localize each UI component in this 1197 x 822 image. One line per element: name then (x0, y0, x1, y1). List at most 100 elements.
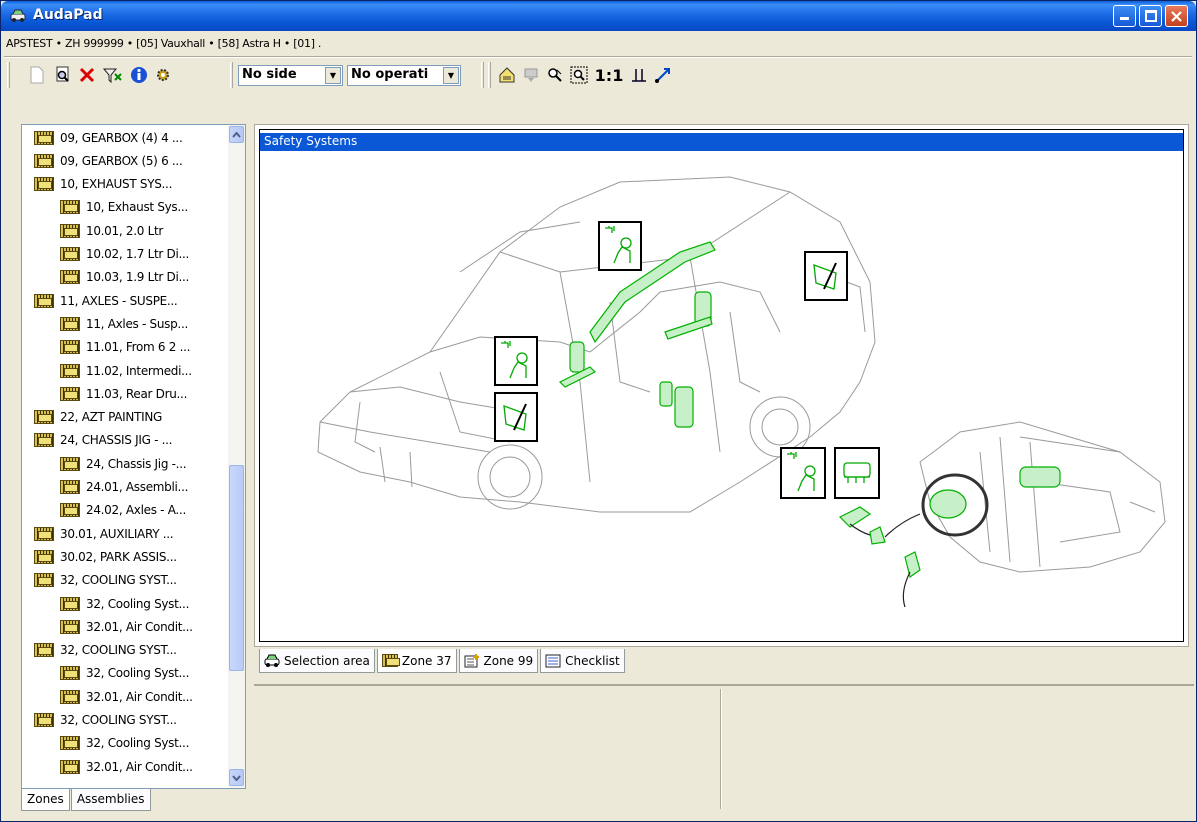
measure-button[interactable] (652, 64, 674, 86)
steering-airbag[interactable] (929, 489, 967, 519)
tree-item-label: 11, AXLES - SUSPE... (60, 293, 178, 308)
close-button[interactable] (1165, 5, 1188, 27)
tree-item[interactable]: 09, GEARBOX (4) 4 ... (34, 127, 183, 148)
tree-item-label: 11, Axles - Susp... (86, 316, 188, 331)
seat-airbag[interactable] (569, 341, 585, 373)
airbag-part-box[interactable] (598, 221, 642, 271)
tree-item[interactable]: 09, GEARBOX (5) 6 ... (34, 150, 183, 171)
tree-item[interactable]: 24, CHASSIS JIG - ... (34, 430, 173, 451)
passenger-airbag[interactable] (1019, 466, 1061, 488)
airbag-part-box[interactable] (804, 251, 848, 301)
tree-item[interactable]: 10.02, 1.7 Ltr Di... (60, 244, 189, 265)
tab-label: Zone 99 (483, 653, 534, 668)
tree-item-label: 10.03, 1.9 Ltr Di... (86, 270, 190, 285)
align-button[interactable] (628, 64, 650, 86)
tree-item[interactable]: 10, EXHAUST SYS... (34, 174, 172, 195)
filter-button[interactable] (102, 64, 124, 86)
tree-item[interactable]: 32, Cooling Syst... (60, 663, 189, 684)
side-airbag[interactable] (674, 386, 694, 428)
tree-item-label: 10.01, 2.0 Ltr (86, 223, 164, 238)
tree-item[interactable]: 10, Exhaust Sys... (60, 197, 188, 218)
home-view-button[interactable] (496, 64, 518, 86)
seat-part-box[interactable] (834, 447, 880, 499)
new-document-button[interactable] (26, 64, 48, 86)
search-document-button[interactable] (52, 64, 74, 86)
info-button[interactable] (128, 64, 150, 86)
airbag-sensor[interactable] (904, 551, 921, 578)
tree-item[interactable]: 32, Cooling Syst... (60, 593, 189, 614)
tab-assemblies[interactable]: Assemblies (70, 789, 151, 811)
tree-scrollbar[interactable] (228, 125, 245, 788)
tree-item-label: 24.02, Axles - A... (86, 503, 186, 518)
tree-item[interactable]: 22, AZT PAINTING (34, 407, 162, 428)
side-airbag[interactable] (659, 381, 673, 407)
tree-item[interactable]: 11.03, Rear Dru... (60, 383, 187, 404)
zone-icon (60, 503, 80, 518)
maximize-button[interactable] (1139, 5, 1162, 27)
tab-zone-37[interactable]: Zone 37 (376, 649, 457, 673)
tree-item[interactable]: 11, AXLES - SUSPE... (34, 290, 178, 311)
scroll-down-button[interactable] (229, 769, 244, 786)
tree-item[interactable]: 30.01, AUXILIARY ... (34, 523, 174, 544)
scroll-up-button[interactable] (229, 126, 244, 143)
car-app-icon (10, 9, 26, 22)
tree-item[interactable]: 10.03, 1.9 Ltr Di... (60, 267, 189, 288)
zone-icon (381, 654, 400, 667)
minimize-button[interactable] (1113, 5, 1136, 27)
zone-icon (60, 316, 80, 331)
tree-item[interactable]: 11, Axles - Susp... (60, 313, 188, 334)
magnify-document-icon (56, 66, 69, 82)
tree-item[interactable]: 32, Cooling Syst... (60, 733, 189, 754)
operation-select[interactable]: No operati ▼ (347, 65, 461, 86)
tree-item[interactable]: 11.01, From 6 2 ... (60, 337, 190, 358)
diagonal-arrow-icon (655, 68, 670, 83)
tree-item[interactable]: 11.02, Intermedi... (60, 360, 192, 381)
tree-item[interactable]: 32, COOLING SYST... (34, 570, 177, 591)
airbag-person-icon (501, 341, 528, 379)
delete-button[interactable] (76, 64, 98, 86)
tree-item[interactable]: 32.01, Air Condit... (60, 616, 193, 637)
airbag-sensor[interactable] (869, 526, 886, 545)
belt-tensioner[interactable] (664, 316, 713, 340)
tree-item-label: 09, GEARBOX (4) 4 ... (60, 130, 183, 145)
airbag-part-box[interactable] (494, 336, 538, 386)
tree-item[interactable]: 24.01, Assembli... (60, 477, 188, 498)
chevron-down-icon[interactable]: ▼ (443, 67, 459, 84)
tree-item[interactable]: 30.02, PARK ASSIS... (34, 546, 177, 567)
pane-splitter[interactable] (720, 689, 722, 809)
side-select[interactable]: No side ▼ (238, 65, 343, 86)
safety-systems-diagram[interactable] (260, 152, 1183, 641)
tree-item-label: 24, Chassis Jig -... (86, 456, 187, 471)
tab-zone-99[interactable]: Zone 99 (458, 649, 539, 673)
tree-item-label: 32, COOLING SYST... (60, 573, 177, 588)
toolbar-grip[interactable] (230, 62, 233, 88)
layers-button[interactable] (520, 64, 542, 86)
zone-icon (34, 130, 54, 145)
title-bar[interactable]: AudaPad (1, 1, 1196, 31)
tree-item[interactable]: 32, COOLING SYST... (34, 640, 177, 661)
zoom-area-button[interactable] (568, 64, 590, 86)
tree-item[interactable]: 32.01, Air Condit... (60, 756, 193, 777)
toolbar-grip[interactable] (481, 62, 484, 88)
tree-item[interactable]: 24, Chassis Jig -... (60, 453, 187, 474)
tree-item[interactable]: 10.01, 2.0 Ltr (60, 220, 163, 241)
toolbar-grip[interactable] (7, 62, 10, 88)
tree-item[interactable]: 32, COOLING SYST... (34, 710, 177, 731)
toolbar-grip[interactable] (488, 62, 491, 88)
tree-item[interactable]: 32.01, Air Condit... (60, 686, 193, 707)
airbag-part-box[interactable] (780, 447, 826, 499)
tree-item-label: 10, Exhaust Sys... (86, 200, 188, 215)
diagram-canvas[interactable]: Safety Systems (259, 129, 1184, 642)
zones-tree[interactable]: 09, GEARBOX (4) 4 ... 09, GEARBOX (5) 6 .… (21, 124, 246, 789)
tab-zones[interactable]: Zones (21, 789, 70, 811)
tree-item[interactable]: 24.02, Axles - A... (60, 500, 186, 521)
scroll-thumb[interactable] (229, 465, 244, 671)
settings-button[interactable] (152, 64, 174, 86)
chevron-down-icon[interactable]: ▼ (325, 67, 341, 84)
tab-selection-area[interactable]: Selection area (259, 649, 375, 673)
select-zoom-button[interactable] (544, 64, 566, 86)
tab-checklist[interactable]: Checklist (540, 649, 625, 673)
zoom-1to1-button[interactable]: 1:1 (594, 64, 624, 86)
airbag-part-box[interactable] (494, 392, 538, 442)
airbag-sensor[interactable] (838, 506, 872, 528)
